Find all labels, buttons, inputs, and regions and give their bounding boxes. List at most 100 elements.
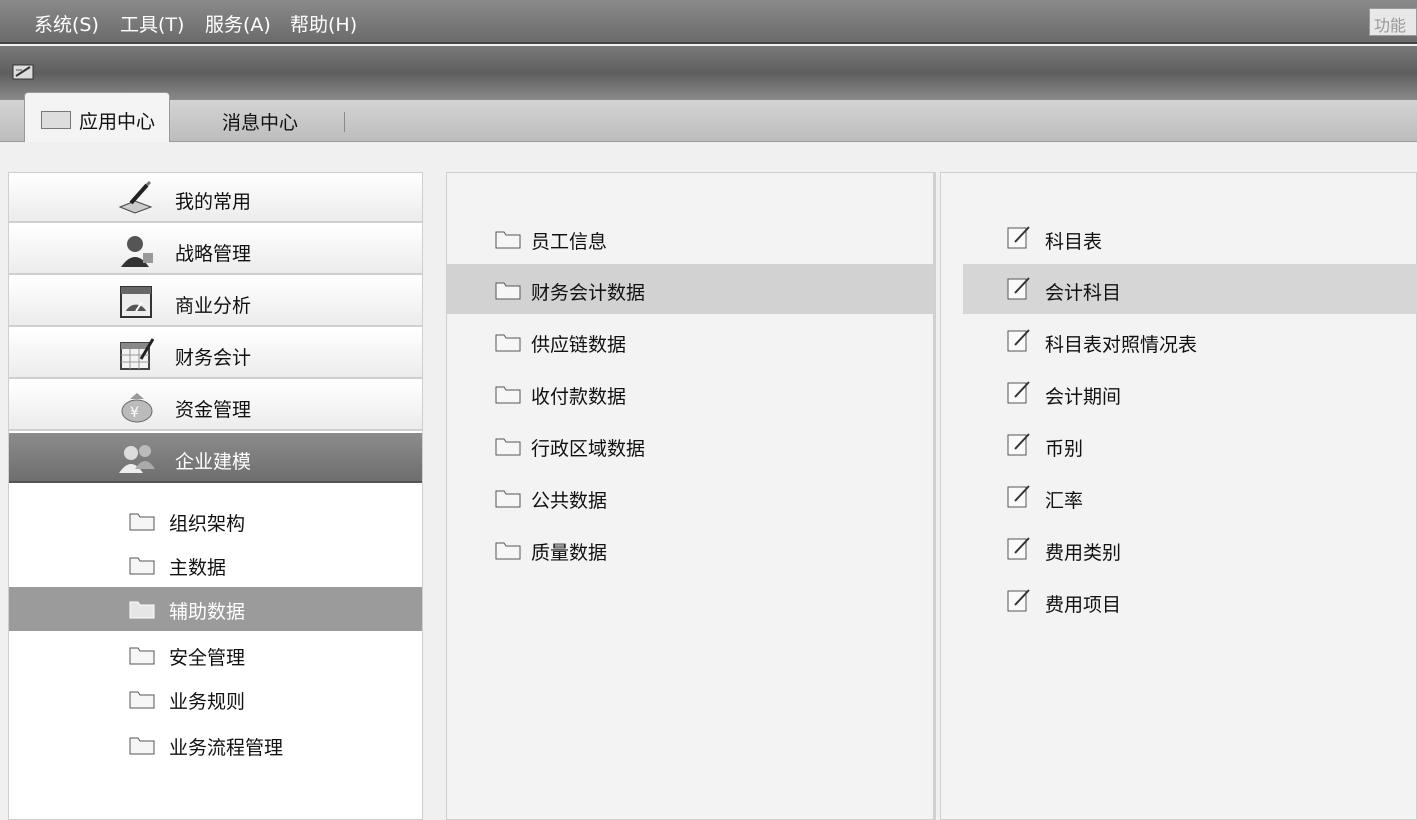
folder-icon — [495, 280, 521, 300]
function-item-expense-item[interactable]: 费用项目 — [963, 576, 1417, 626]
svg-text:¥: ¥ — [130, 405, 139, 421]
folder-label: 员工信息 — [531, 231, 608, 253]
tab-app-center-label: 应用中心 — [79, 111, 156, 133]
accordion-label: 企业建模 — [175, 451, 252, 473]
folder-icon — [129, 555, 155, 575]
folder-icon — [495, 229, 521, 249]
grid-icon — [41, 111, 71, 129]
edit-toolbar-icon[interactable] — [12, 62, 36, 82]
accordion-label: 财务会计 — [175, 347, 252, 369]
function-label: 汇率 — [1045, 490, 1084, 512]
function-panel: 科目表 会计科目 科目表对照情况表 会计期间 币别 汇率 费用类别 费用项目 — [940, 172, 1417, 820]
function-item-accounting-subject[interactable]: 会计科目 — [963, 264, 1417, 314]
folder-icon — [495, 384, 521, 404]
people-icon — [117, 441, 157, 475]
submenu-item-business-rules[interactable]: 业务规则 — [9, 677, 422, 721]
menu-tools[interactable]: 工具(T) — [120, 10, 184, 37]
tab-message-center-label: 消息中心 — [222, 112, 299, 134]
menu-help[interactable]: 帮助(H) — [290, 10, 357, 37]
submenu-label: 业务流程管理 — [169, 737, 284, 759]
folder-label: 行政区域数据 — [531, 438, 646, 460]
function-label: 科目表 — [1045, 231, 1103, 253]
accordion-business-analysis[interactable]: 商业分析 — [9, 277, 422, 327]
accordion-label: 我的常用 — [175, 191, 252, 213]
function-item-accounting-period[interactable]: 会计期间 — [963, 368, 1417, 418]
folder-label: 质量数据 — [531, 542, 608, 564]
accordion-label: 资金管理 — [175, 399, 252, 421]
submenu-label: 主数据 — [169, 557, 227, 579]
function-label: 费用项目 — [1045, 594, 1122, 616]
accordion-strategy[interactable]: 战略管理 — [9, 225, 422, 275]
folder-item-region-data[interactable]: 行政区域数据 — [447, 420, 934, 470]
folder-icon — [129, 511, 155, 531]
folder-item-quality-data[interactable]: 质量数据 — [447, 524, 934, 574]
edit-document-icon — [1007, 380, 1033, 404]
edit-document-icon — [1007, 588, 1033, 612]
submenu-label: 组织架构 — [169, 513, 246, 535]
function-item-currency[interactable]: 币别 — [963, 420, 1417, 470]
function-label: 会计期间 — [1045, 386, 1122, 408]
folder-item-finance-data[interactable]: 财务会计数据 — [447, 264, 934, 314]
function-label: 会计科目 — [1045, 282, 1122, 304]
edit-document-icon — [1007, 484, 1033, 508]
function-label: 科目表对照情况表 — [1045, 334, 1198, 356]
edit-document-icon — [1007, 536, 1033, 560]
submenu-item-auxiliary-data[interactable]: 辅助数据 — [9, 587, 422, 631]
toolbar — [0, 46, 1417, 100]
dashboard-icon — [117, 285, 157, 319]
accordion-label: 战略管理 — [175, 243, 252, 265]
calendar-icon — [117, 337, 157, 371]
submenu-label: 辅助数据 — [169, 601, 246, 623]
folder-icon — [129, 599, 155, 619]
tab-divider — [344, 112, 345, 132]
folder-item-payment-data[interactable]: 收付款数据 — [447, 368, 934, 418]
function-item-account-mapping[interactable]: 科目表对照情况表 — [963, 316, 1417, 366]
folder-item-employee-info[interactable]: 员工信息 — [447, 213, 934, 263]
submenu-label: 安全管理 — [169, 647, 246, 669]
folder-label: 供应链数据 — [531, 334, 627, 356]
submenu-item-org-structure[interactable]: 组织架构 — [9, 499, 422, 543]
tab-message-center[interactable]: 消息中心 — [222, 100, 332, 142]
pen-book-icon — [117, 181, 157, 215]
menu-system[interactable]: 系统(S) — [34, 10, 99, 37]
folder-label: 收付款数据 — [531, 386, 627, 408]
accordion-my-favorites[interactable]: 我的常用 — [9, 173, 422, 223]
function-search-input[interactable]: 功能 — [1369, 8, 1417, 36]
edit-document-icon — [1007, 328, 1033, 352]
accordion-label: 商业分析 — [175, 295, 252, 317]
tab-app-center[interactable]: 应用中心 — [24, 92, 170, 142]
folder-icon — [495, 436, 521, 456]
accordion-enterprise-modeling[interactable]: 企业建模 — [9, 433, 422, 483]
folder-item-supply-chain-data[interactable]: 供应链数据 — [447, 316, 934, 366]
folder-icon — [129, 735, 155, 755]
category-panel: 员工信息 财务会计数据 供应链数据 收付款数据 行政区域数据 公共数据 质量数据 — [446, 172, 936, 820]
function-label: 费用类别 — [1045, 542, 1122, 564]
tab-bar: 应用中心 消息中心 — [0, 92, 1417, 142]
submenu-item-process-management[interactable]: 业务流程管理 — [9, 723, 422, 767]
menu-service[interactable]: 服务(A) — [205, 10, 271, 37]
folder-icon — [495, 332, 521, 352]
edit-document-icon — [1007, 225, 1033, 249]
edit-document-icon — [1007, 276, 1033, 300]
person-icon — [117, 233, 157, 267]
function-item-account-table[interactable]: 科目表 — [963, 213, 1417, 263]
money-bag-icon: ¥ — [117, 389, 157, 423]
submenu-item-master-data[interactable]: 主数据 — [9, 543, 422, 587]
accordion-fund-management[interactable]: ¥ 资金管理 — [9, 381, 422, 431]
function-label: 币别 — [1045, 438, 1084, 460]
function-item-exchange-rate[interactable]: 汇率 — [963, 472, 1417, 522]
folder-label: 公共数据 — [531, 490, 608, 512]
edit-document-icon — [1007, 432, 1033, 456]
submenu-item-security[interactable]: 安全管理 — [9, 633, 422, 677]
folder-icon — [129, 689, 155, 709]
function-item-expense-category[interactable]: 费用类别 — [963, 524, 1417, 574]
folder-item-public-data[interactable]: 公共数据 — [447, 472, 934, 522]
accordion-financial-accounting[interactable]: 财务会计 — [9, 329, 422, 379]
folder-icon — [495, 540, 521, 560]
submenu-label: 业务规则 — [169, 691, 246, 713]
folder-icon — [129, 645, 155, 665]
folder-label: 财务会计数据 — [531, 282, 646, 304]
navigation-panel: 我的常用 战略管理 商业分析 财务会计 ¥ 资金管理 企业建模 组织架构 主数据… — [8, 172, 423, 820]
menu-bar: 系统(S) 工具(T) 服务(A) 帮助(H) 功能 — [0, 0, 1417, 44]
folder-icon — [495, 488, 521, 508]
